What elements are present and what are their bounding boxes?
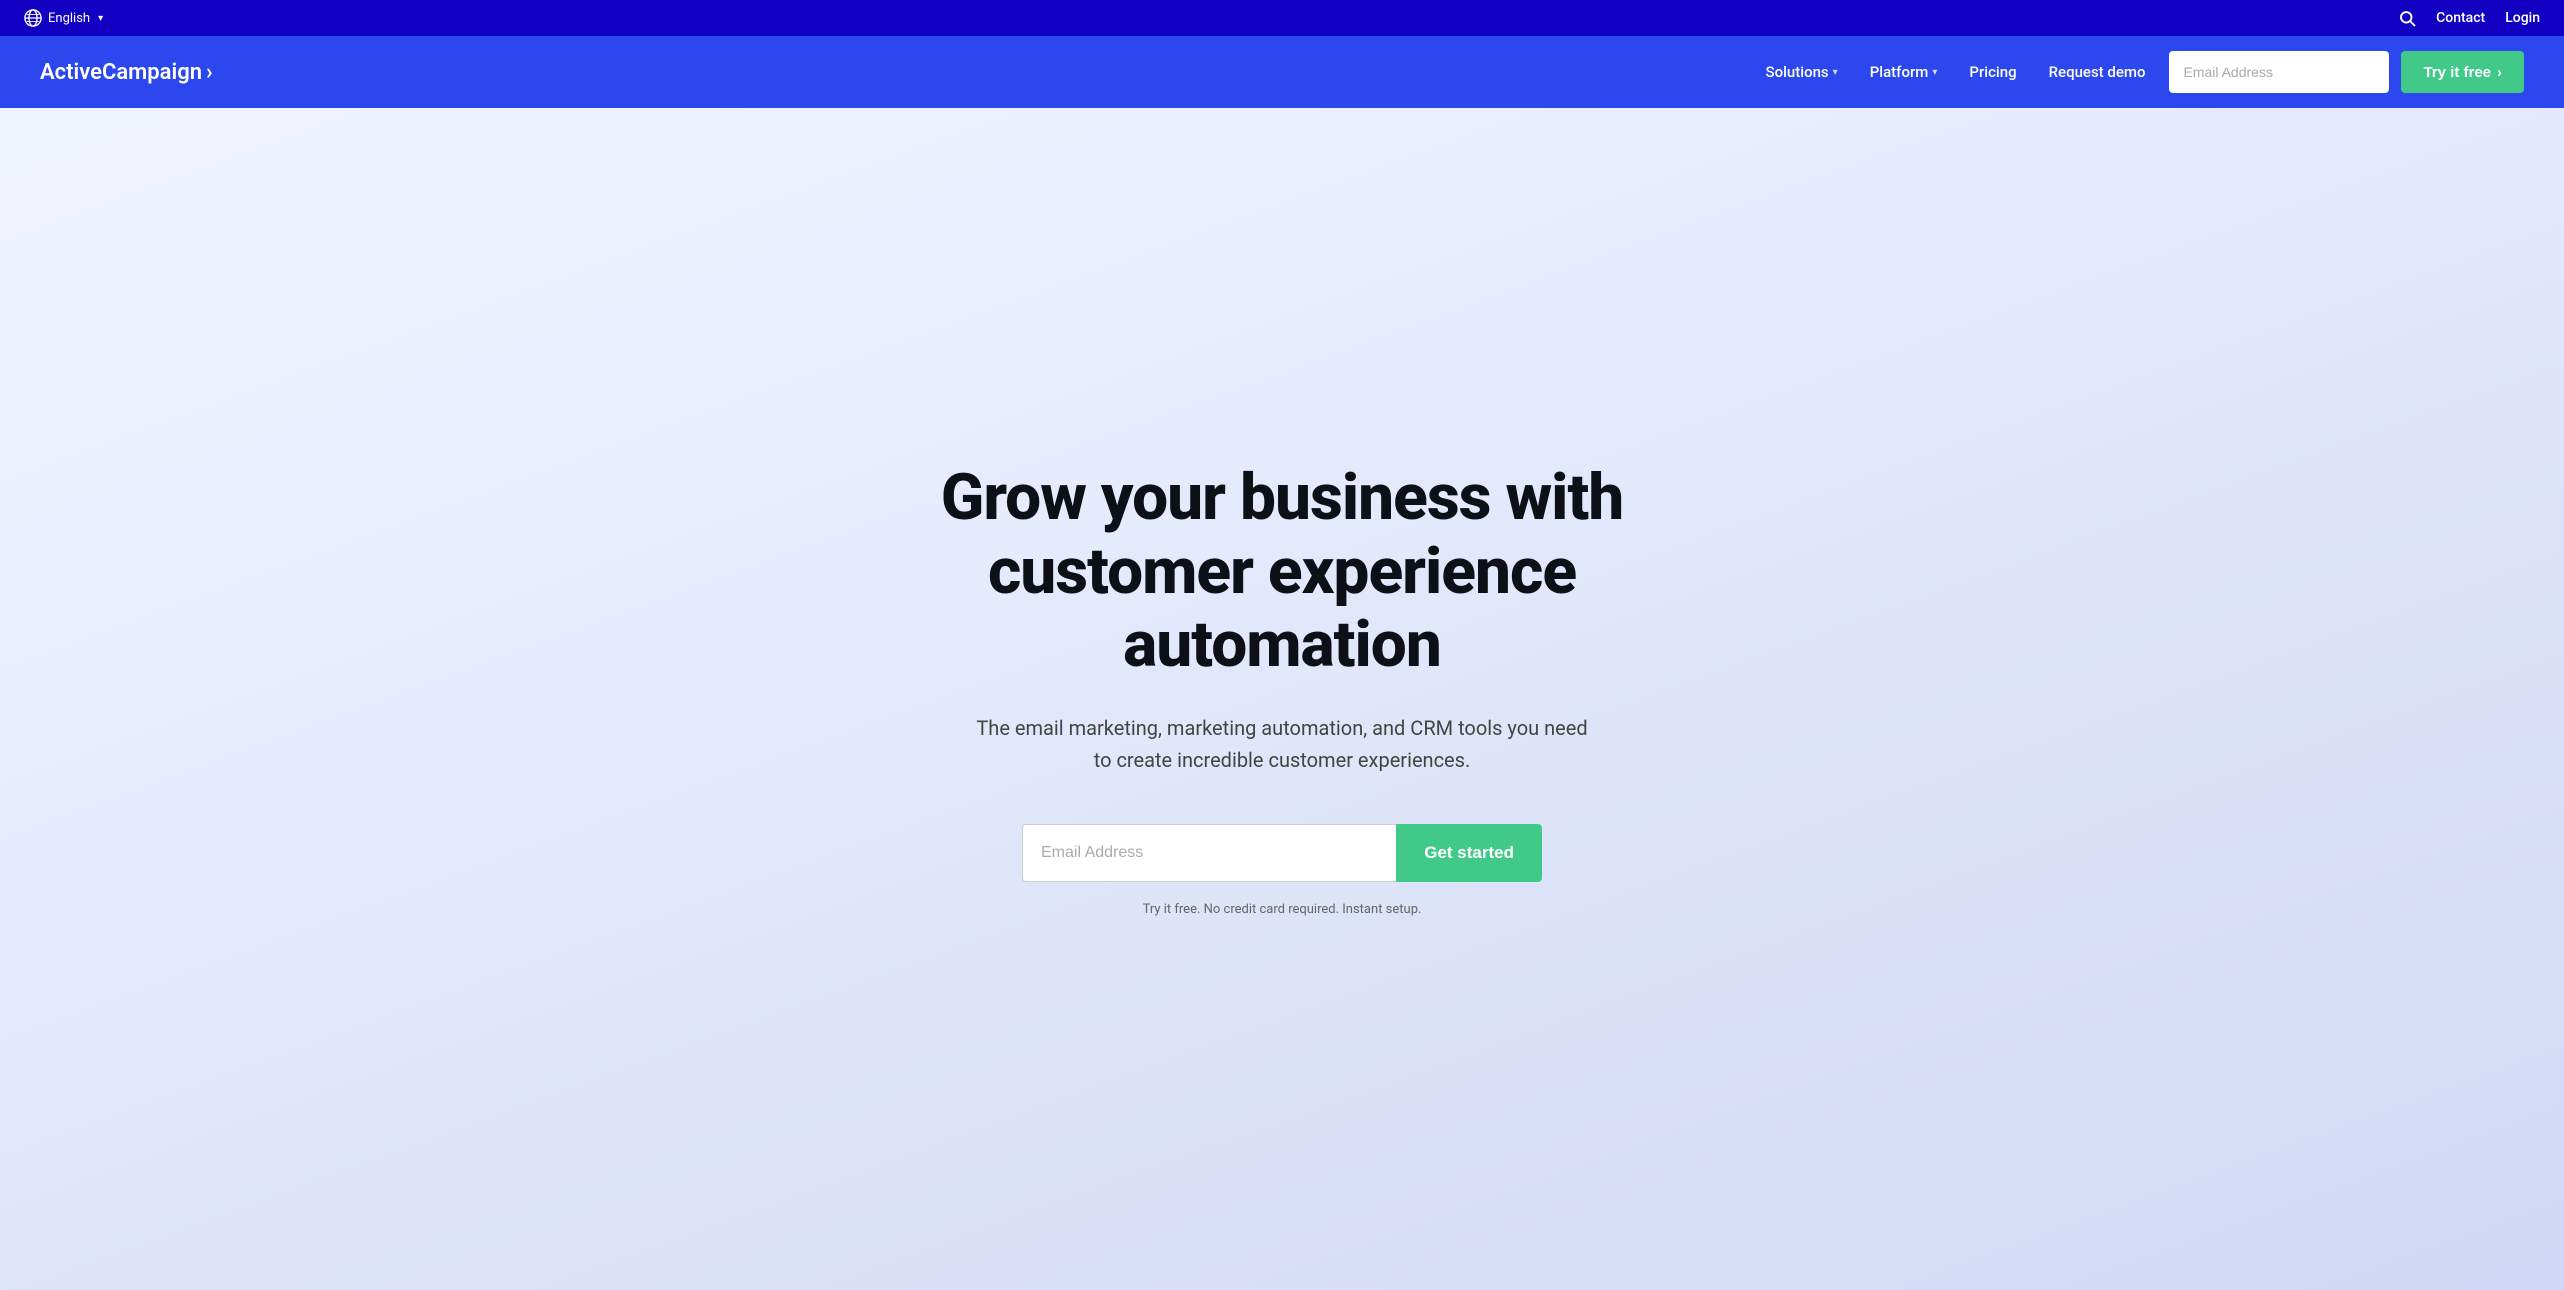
search-button[interactable]: [2398, 9, 2416, 27]
hero-email-input[interactable]: [1022, 824, 1396, 882]
logo[interactable]: ActiveCampaign ›: [40, 60, 213, 85]
nav-links: Solutions ▾ Platform ▾ Pricing Request d…: [1766, 63, 2146, 81]
platform-label: Platform: [1870, 63, 1929, 81]
nav-item-platform[interactable]: Platform ▾: [1870, 63, 1938, 81]
nav-item-solutions[interactable]: Solutions ▾: [1766, 63, 1838, 81]
contact-link[interactable]: Contact: [2436, 10, 2485, 26]
hero-title: Grow your business with customer experie…: [832, 461, 1732, 682]
try-it-free-button[interactable]: Try it free ›: [2401, 51, 2524, 93]
language-selector[interactable]: English ▾: [24, 9, 103, 27]
hero-subtitle: The email marketing, marketing automatio…: [972, 712, 1592, 776]
hero-section: Grow your business with customer experie…: [0, 108, 2564, 1290]
platform-chevron: ▾: [1932, 67, 1937, 78]
login-link[interactable]: Login: [2505, 10, 2540, 26]
hero-disclaimer: Try it free. No credit card required. In…: [1143, 902, 1422, 917]
language-chevron: ▾: [98, 13, 103, 24]
main-nav: ActiveCampaign › Solutions ▾ Platform ▾ …: [0, 36, 2564, 108]
logo-text: ActiveCampaign: [40, 60, 202, 85]
try-it-free-arrow: ›: [2497, 64, 2502, 81]
logo-arrow: ›: [206, 60, 213, 85]
pricing-label: Pricing: [1969, 63, 2016, 81]
top-bar: English ▾ Contact Login: [0, 0, 2564, 36]
search-icon: [2398, 9, 2416, 27]
solutions-label: Solutions: [1766, 63, 1829, 81]
nav-cta: Try it free ›: [2169, 51, 2524, 93]
try-it-free-label: Try it free: [2423, 64, 2491, 81]
solutions-chevron: ▾: [1833, 67, 1838, 78]
nav-item-pricing[interactable]: Pricing: [1969, 63, 2016, 81]
nav-email-input[interactable]: [2169, 51, 2389, 93]
top-bar-right: Contact Login: [2398, 9, 2540, 27]
get-started-button[interactable]: Get started: [1396, 824, 1542, 882]
hero-cta-group: Get started: [1022, 824, 1542, 882]
language-label: English: [48, 11, 90, 26]
request-demo-label: Request demo: [2049, 63, 2146, 81]
get-started-label: Get started: [1424, 843, 1514, 862]
nav-item-request-demo[interactable]: Request demo: [2049, 63, 2146, 81]
globe-icon: [24, 9, 42, 27]
